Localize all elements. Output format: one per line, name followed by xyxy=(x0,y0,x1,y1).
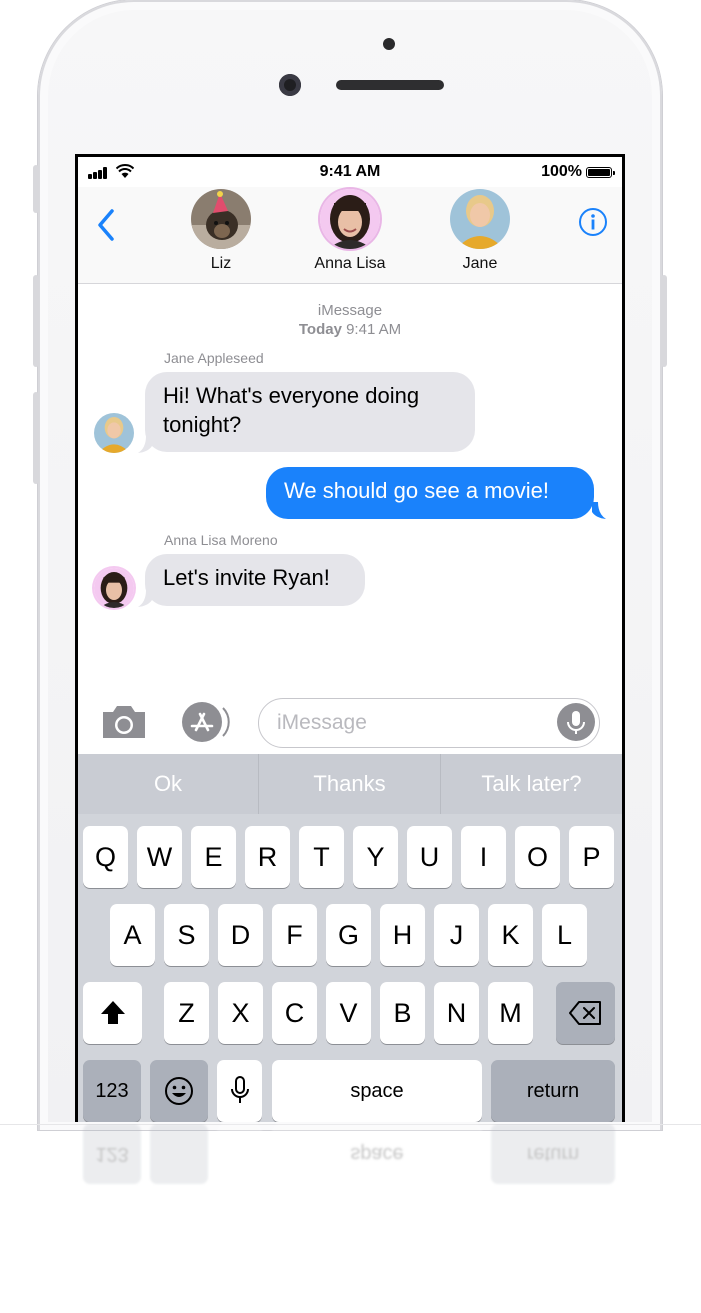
space-key[interactable]: space xyxy=(272,1060,482,1122)
key-a[interactable]: A xyxy=(110,904,155,966)
suggestion-thanks[interactable]: Thanks xyxy=(259,754,440,814)
key-e[interactable]: E xyxy=(191,826,236,888)
avatar-jane-small xyxy=(94,413,134,453)
message-bubble-incoming[interactable]: Let's invite Ryan! xyxy=(145,554,365,606)
key-q[interactable]: Q xyxy=(83,826,128,888)
timestamp-day: Today xyxy=(298,321,342,338)
key-w[interactable]: W xyxy=(137,826,182,888)
key-p[interactable]: P xyxy=(569,826,614,888)
back-chevron-icon[interactable] xyxy=(92,205,122,245)
key-j[interactable]: J xyxy=(434,904,479,966)
reflection-return-key: return xyxy=(491,1124,615,1184)
key-k[interactable]: K xyxy=(488,904,533,966)
reflection-dictation-key xyxy=(217,1124,262,1184)
message-input[interactable]: iMessage xyxy=(258,698,600,748)
backspace-icon xyxy=(568,1001,601,1025)
thread-timestamp: Today 9:41 AM xyxy=(78,321,622,338)
return-key[interactable]: return xyxy=(491,1060,615,1122)
key-v[interactable]: V xyxy=(326,982,371,1044)
sender-name: Anna Lisa Moreno xyxy=(164,532,278,548)
shift-arrow-icon xyxy=(100,1001,125,1024)
key-y[interactable]: Y xyxy=(353,826,398,888)
contact-name: Anna Lisa xyxy=(314,255,386,272)
volume-up-button xyxy=(33,275,39,367)
message-bubble-incoming[interactable]: Hi! What's everyone doing tonight? xyxy=(145,372,475,452)
earpiece-speaker xyxy=(336,80,444,90)
contact-jane[interactable]: Jane xyxy=(420,189,540,273)
front-camera xyxy=(279,74,301,96)
power-button xyxy=(661,275,667,367)
message-text: Let's invite Ryan! xyxy=(163,565,330,590)
key-n[interactable]: N xyxy=(434,982,479,1044)
reflection-space-key: space xyxy=(272,1124,482,1184)
battery-icon xyxy=(586,167,615,178)
suggestion-ok[interactable]: Ok xyxy=(78,754,258,814)
key-b[interactable]: B xyxy=(380,982,425,1044)
dictation-button[interactable] xyxy=(557,703,595,741)
screen-reflection: 123 space return xyxy=(75,1124,625,1204)
service-label: iMessage xyxy=(317,302,383,319)
key-h[interactable]: H xyxy=(380,904,425,966)
key-d[interactable]: D xyxy=(218,904,263,966)
message-text: We should go see a movie! xyxy=(284,478,549,503)
reflection-emoji-key xyxy=(150,1124,208,1184)
message-bubble-outgoing[interactable]: We should go see a movie! xyxy=(266,467,594,519)
app-store-icon[interactable] xyxy=(178,700,230,744)
message-text-line: tonight? xyxy=(163,412,242,437)
timestamp-time: 9:41 AM xyxy=(346,321,402,338)
avatar-jane xyxy=(450,189,510,249)
key-m[interactable]: M xyxy=(488,982,533,1044)
emoji-icon xyxy=(165,1077,193,1105)
key-l[interactable]: L xyxy=(542,904,587,966)
contact-anna-lisa[interactable]: Anna Lisa xyxy=(290,189,410,273)
conversation-header: Liz Anna Lisa Jane xyxy=(78,187,622,284)
message-text-line: Hi! What's everyone doing xyxy=(163,383,420,408)
avatar-anna-lisa xyxy=(320,189,380,249)
proximity-sensor xyxy=(383,38,395,50)
key-g[interactable]: G xyxy=(326,904,371,966)
microphone-icon xyxy=(230,1076,249,1103)
contact-liz[interactable]: Liz xyxy=(161,189,281,273)
battery-percentage: 100% xyxy=(541,163,582,180)
suggestion-talk-later[interactable]: Talk later? xyxy=(441,754,622,814)
key-i[interactable]: I xyxy=(461,826,506,888)
volume-down-button xyxy=(33,392,39,484)
delete-key[interactable] xyxy=(556,982,615,1044)
bubble-tail xyxy=(592,502,606,519)
shift-key[interactable] xyxy=(83,982,142,1044)
key-t[interactable]: T xyxy=(299,826,344,888)
keyboard: Ok Thanks Talk later? Q W E R T Y U I O … xyxy=(78,754,622,1122)
microphone-icon xyxy=(567,711,585,734)
contact-name: Jane xyxy=(462,255,498,272)
sender-name: Jane Appleseed xyxy=(164,350,264,366)
key-f[interactable]: F xyxy=(272,904,317,966)
emoji-key[interactable] xyxy=(150,1060,208,1122)
key-o[interactable]: O xyxy=(515,826,560,888)
avatar-anna-lisa-small xyxy=(94,568,134,608)
key-s[interactable]: S xyxy=(164,904,209,966)
predictive-bar: Ok Thanks Talk later? xyxy=(78,754,622,814)
contact-name: Liz xyxy=(210,255,232,272)
message-input-placeholder: iMessage xyxy=(277,711,367,734)
status-bar: 9:41 AM 100% xyxy=(78,157,622,187)
mute-switch xyxy=(33,165,39,213)
info-icon[interactable] xyxy=(578,207,608,237)
compose-bar: iMessage xyxy=(78,694,622,754)
numbers-key[interactable]: 123 xyxy=(83,1060,141,1122)
avatar-liz xyxy=(191,189,251,249)
dictation-key[interactable] xyxy=(217,1060,262,1122)
key-x[interactable]: X xyxy=(218,982,263,1044)
key-z[interactable]: Z xyxy=(164,982,209,1044)
key-r[interactable]: R xyxy=(245,826,290,888)
messages-app: 9:41 AM 100% Liz Anna Lisa Jane iMessage… xyxy=(78,157,622,1122)
message-thread: iMessage Today 9:41 AM Jane Appleseed Hi… xyxy=(78,284,622,694)
camera-icon[interactable] xyxy=(100,702,148,742)
screen: 9:41 AM 100% Liz Anna Lisa Jane iMessage… xyxy=(75,154,625,1122)
key-u[interactable]: U xyxy=(407,826,452,888)
reflection-numbers-key: 123 xyxy=(83,1124,141,1184)
key-c[interactable]: C xyxy=(272,982,317,1044)
